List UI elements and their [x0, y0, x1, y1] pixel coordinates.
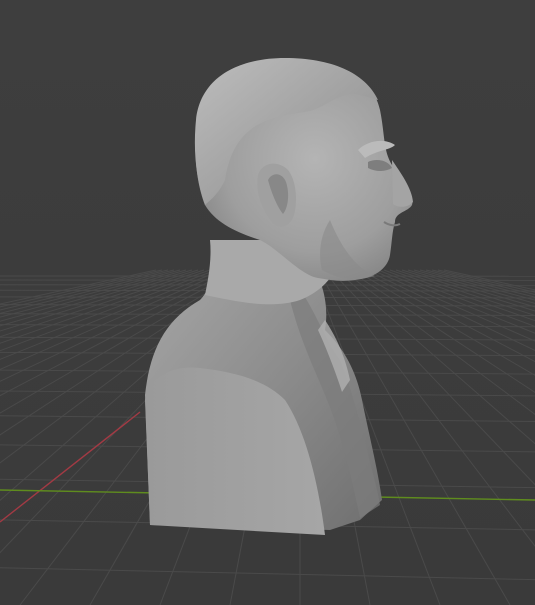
- viewport-canvas[interactable]: [0, 0, 535, 605]
- 3d-viewport[interactable]: [0, 0, 535, 605]
